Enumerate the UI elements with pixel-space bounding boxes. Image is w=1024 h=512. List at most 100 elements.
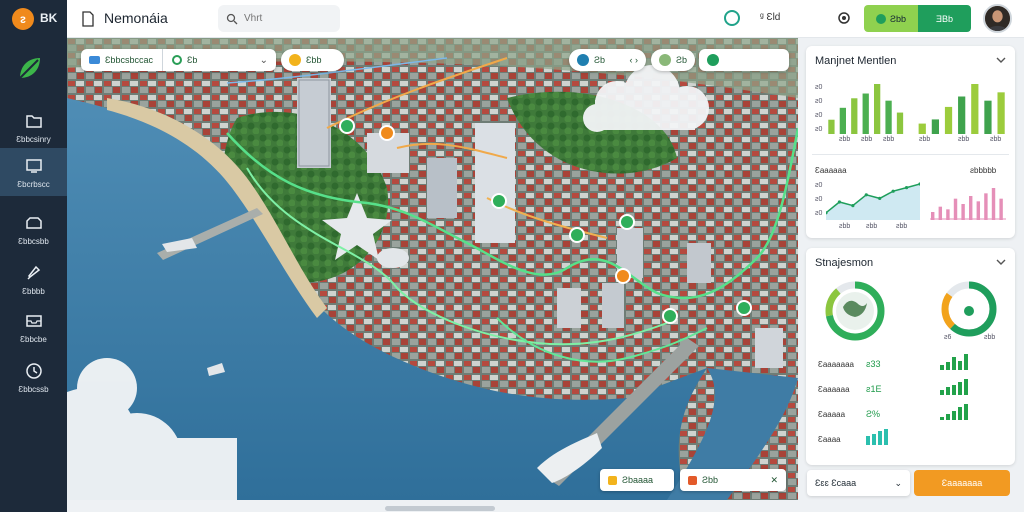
chevron-down-icon: ⌄	[259, 54, 268, 66]
bar-mark	[885, 100, 892, 134]
sidebar-item-1[interactable]: Ɛbbcsinry	[0, 103, 67, 151]
bar-mark	[944, 106, 953, 134]
stat-bar-mark	[958, 382, 962, 395]
sidebar-item-3[interactable]: Ɛbbcsbb	[0, 205, 67, 253]
sidebar-item-4[interactable]: Ɛbbbb	[0, 255, 67, 303]
dollar-icon	[875, 13, 886, 24]
stat-value: ƨ33	[866, 359, 881, 369]
gear-icon[interactable]	[835, 9, 853, 27]
ring-icon	[577, 54, 589, 66]
map-tool-c[interactable]	[699, 49, 789, 71]
primary-action-button[interactable]: Ɛaaaaaaa	[914, 470, 1010, 496]
pink-bar-mark	[984, 193, 988, 220]
header-button-a[interactable]: Ƨbb	[864, 5, 918, 32]
app-logo[interactable]: ᴤ	[12, 8, 34, 30]
gauge-knob	[964, 306, 974, 316]
bar-mark	[828, 119, 835, 134]
donut-gauge-left	[825, 281, 885, 341]
search-icon	[226, 13, 238, 24]
stat-bar-mark	[878, 431, 882, 445]
map-tool-b[interactable]: Ƨb	[651, 49, 695, 71]
pink-bar-mark	[969, 196, 973, 220]
chevron-down-icon[interactable]	[996, 258, 1006, 266]
stat-bar-mark	[952, 411, 956, 420]
layers-icon	[89, 56, 100, 64]
document-icon[interactable]	[81, 11, 95, 27]
status-title: Stnajesmon	[815, 257, 874, 269]
locale-selector[interactable]: ᵍ Ɛld	[760, 12, 780, 23]
map-button-b[interactable]: Ƨbb ✕	[680, 469, 786, 491]
stat-bar-mark	[952, 385, 956, 395]
pink-bar-mark	[938, 206, 943, 220]
stat-bar-mark	[940, 365, 944, 370]
arrows-icon: ‹ ›	[629, 55, 639, 65]
bottom-strip	[67, 500, 1024, 512]
line-point	[864, 193, 868, 197]
stat-bar-mark	[964, 404, 968, 420]
screen-icon	[25, 158, 42, 173]
bar-mark	[958, 96, 966, 134]
stat-bar-mark	[940, 417, 944, 420]
layer-selector[interactable]: Ɛbbcsbccac Ɛb ⌄	[81, 49, 276, 71]
bar-mark	[971, 84, 979, 134]
status-icon[interactable]	[724, 10, 740, 26]
stat-mini-bars	[940, 402, 968, 420]
avatar[interactable]	[983, 4, 1012, 33]
map-tool-a[interactable]: Ƨb ‹ ›	[569, 49, 646, 71]
line-point	[891, 189, 895, 193]
header-button-group: Ƨbb ƎBb	[864, 5, 971, 32]
metrics-panel: Manjnet Mentlen ƨ0 ƨ0 ƨ0 ƨ0 ƨbb ƨbb ƨbb …	[806, 46, 1015, 238]
search-box[interactable]	[218, 5, 340, 32]
pink-bar-mark	[953, 198, 958, 220]
sidebar-item-5[interactable]: Ɛbbcbe	[0, 303, 67, 351]
leaf-icon	[707, 54, 719, 66]
stat-bar-mark	[964, 379, 968, 395]
line-point	[851, 204, 855, 208]
logo-text: BK	[40, 11, 58, 25]
map-canvas[interactable]	[67, 38, 798, 500]
map-button-a[interactable]: Ƨbaaaa	[600, 469, 674, 491]
refresh-icon	[171, 55, 182, 65]
stat-bar-mark	[884, 429, 888, 445]
line-point	[878, 196, 882, 200]
pink-bar-mark	[946, 209, 950, 220]
pink-bar-mark	[961, 204, 965, 220]
line-point	[904, 186, 909, 190]
stat-value: Ƨ%	[866, 409, 881, 419]
bar-mark	[997, 92, 1005, 134]
stat-label: Ɛaaaa	[818, 435, 841, 444]
pink-bar-mark	[976, 201, 981, 220]
stat-mini-bars	[940, 352, 968, 370]
stat-bar-mark	[872, 434, 876, 445]
stat-label: Ɛaaaaaaa	[818, 360, 854, 369]
header-button-b[interactable]: ƎBb	[918, 5, 971, 32]
sidebar-item-6[interactable]: Ɛbbcssb	[0, 353, 67, 401]
folder-icon	[25, 114, 42, 128]
filter-pill[interactable]: Ɛbb	[281, 49, 344, 71]
top-header: Nemonáia ᵍ Ɛld Ƨbb ƎBb	[67, 0, 1024, 38]
bar-chart-right	[918, 84, 1005, 134]
bar-mark	[918, 123, 926, 134]
user-portrait-icon	[985, 6, 1010, 31]
stat-bar-mark	[940, 390, 944, 395]
coin-icon	[608, 475, 617, 485]
stat-bar-mark	[958, 407, 962, 420]
city-map[interactable]: Ɛbbcsbccac Ɛb ⌄ Ɛbb Ƨb ‹ › Ƨb Ƨbaaaa Ƨbb…	[67, 38, 798, 500]
bar-mark	[931, 119, 939, 134]
bar-mark	[839, 107, 846, 134]
sidebar: ᴤ BK Ɛbbcsinry Ɛbcrbscc Ɛbbcsbb Ɛbbbb Ɛb…	[0, 0, 67, 512]
stat-bar-mark	[964, 354, 968, 370]
bar-mark	[862, 93, 869, 134]
bar-mark	[851, 98, 858, 134]
pink-bar-mark	[999, 198, 1003, 220]
search-input[interactable]	[244, 13, 334, 24]
stat-value: ƨ1E	[866, 384, 882, 394]
period-select[interactable]: Ɛɛɛ Ɛcaaa ⌄	[807, 470, 910, 496]
stat-bar-mark	[946, 387, 950, 395]
sidebar-item-2[interactable]: Ɛbcrbscc	[0, 148, 67, 196]
close-icon[interactable]: ✕	[770, 475, 778, 486]
leaf-brand-icon	[19, 58, 40, 79]
horizontal-scrollbar[interactable]	[385, 506, 495, 511]
chevron-down-icon[interactable]	[996, 56, 1006, 64]
bar-mark	[874, 84, 881, 134]
